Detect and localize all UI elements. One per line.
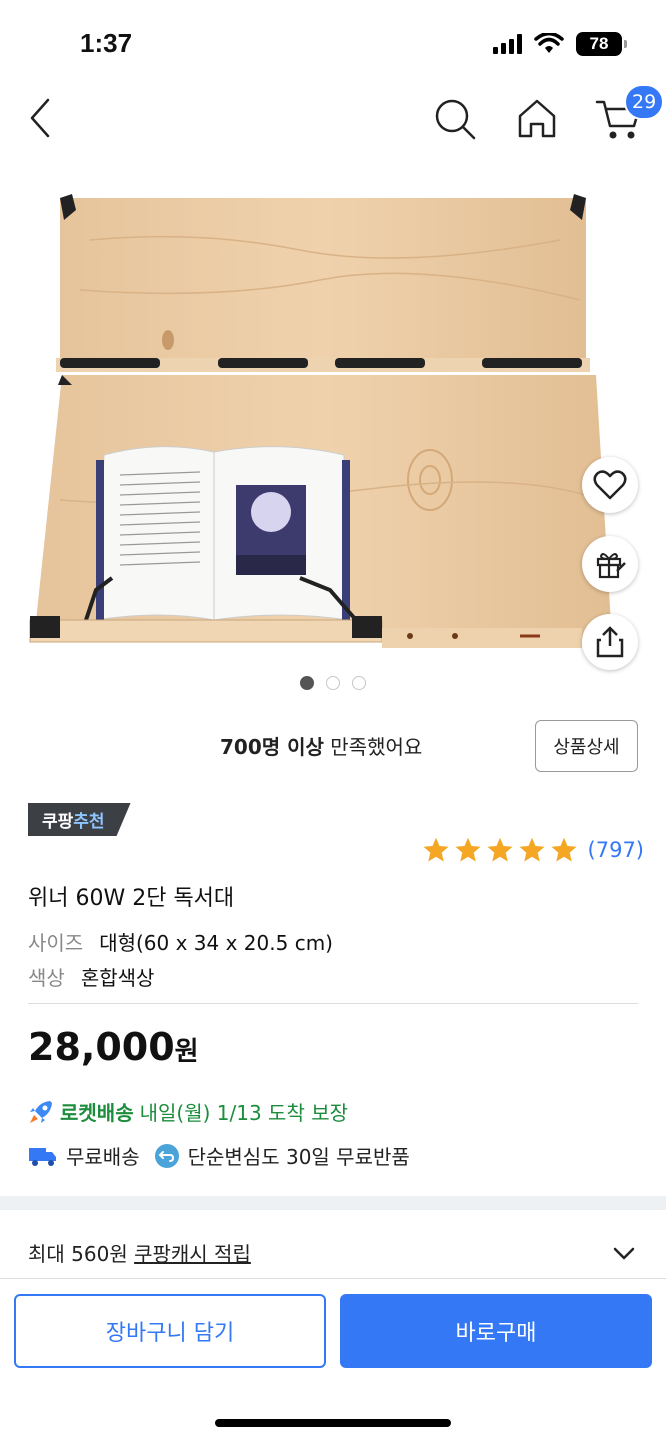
wifi-icon [534,33,564,53]
satisfaction-label: 만족했어요 [323,735,423,759]
carousel-dots [0,676,666,690]
status-time: 1:37 [80,28,133,58]
chevron-down-icon[interactable] [610,1240,638,1268]
section-separator [0,1196,666,1210]
satisfaction-count: 700명 이상 [220,735,324,759]
badge-accent: 추천 [73,812,105,832]
rocket-delivery-label: 로켓배송 [60,1101,134,1125]
option-value: 혼합색상 [80,966,155,990]
free-delivery-row: 무료배송 단순변심도 30일 무료반품 [28,1141,410,1170]
star-icon [551,837,577,862]
rocket-delivery: 로켓배송 내일(월) 1/13 도착 보장 [28,1097,348,1126]
star-icon [455,837,481,862]
cart-count-badge: 29 [624,84,665,120]
product-title: 위너 60W 2단 독서대 [28,886,235,911]
nav-bar: 29 [0,80,666,160]
option-size: 사이즈 대형(60 x 34 x 20.5 cm) [28,927,333,956]
arrival-guarantee: 내일(월) 1/13 도착 보장 [139,1101,348,1125]
product-image[interactable] [0,180,666,660]
price-unit: 원 [174,1037,199,1067]
price: 28,000원 [28,1025,199,1069]
truck-icon [29,1147,56,1166]
star-icon [519,837,545,862]
option-value: 대형(60 x 34 x 20.5 cm) [99,931,333,955]
review-count[interactable]: (797) [588,838,644,862]
star-icon [423,837,449,862]
rocket-icon [30,1100,52,1123]
wishlist-button[interactable] [582,457,638,513]
add-to-cart-button[interactable]: 장바구니 담기 [14,1294,326,1368]
buy-now-button[interactable]: 바로구매 [340,1294,652,1368]
share-icon [596,626,624,658]
product-detail-button[interactable]: 상품상세 [535,720,638,772]
coupang-recommend-badge: 쿠팡 추천 [28,803,131,836]
status-icons: 78 [493,32,627,56]
gift-button[interactable] [582,536,638,592]
status-bar: 1:37 78 [0,0,666,80]
cash-reward-row[interactable]: 최대 560원 쿠팡캐시 적립 [28,1238,251,1267]
home-indicator [215,1419,451,1427]
search-icon[interactable] [430,94,480,144]
option-key: 사이즈 [28,931,84,955]
free-shipping-label: 무료배송 [66,1145,140,1169]
free-return-label: 단순변심도 30일 무료반품 [187,1145,410,1169]
option-key: 색상 [28,966,65,990]
option-color: 색상 혼합색상 [28,962,154,991]
return-icon [154,1143,179,1168]
share-button[interactable] [582,614,638,670]
rating[interactable]: (797) [422,836,644,864]
price-amount: 28,000 [28,1025,175,1069]
satisfaction-text: 700명 이상 만족했어요 [220,731,422,760]
carousel-dot[interactable] [326,676,340,690]
bottom-action-bar: 장바구니 담기 바로구매 [0,1278,666,1440]
cash-reward-link[interactable]: 쿠팡캐시 적립 [134,1242,251,1266]
divider [28,1003,638,1004]
cash-reward-prefix: 최대 560원 [28,1242,135,1266]
star-icon [487,837,513,862]
home-icon[interactable] [512,94,562,144]
gift-icon [596,553,626,579]
carousel-dot[interactable] [300,676,314,690]
cellular-signal-icon [493,34,522,54]
back-icon[interactable] [22,94,62,142]
battery-indicator: 78 [576,32,627,56]
carousel-dot[interactable] [352,676,366,690]
heart-icon [593,470,627,500]
badge-prefix: 쿠팡 [42,812,74,832]
